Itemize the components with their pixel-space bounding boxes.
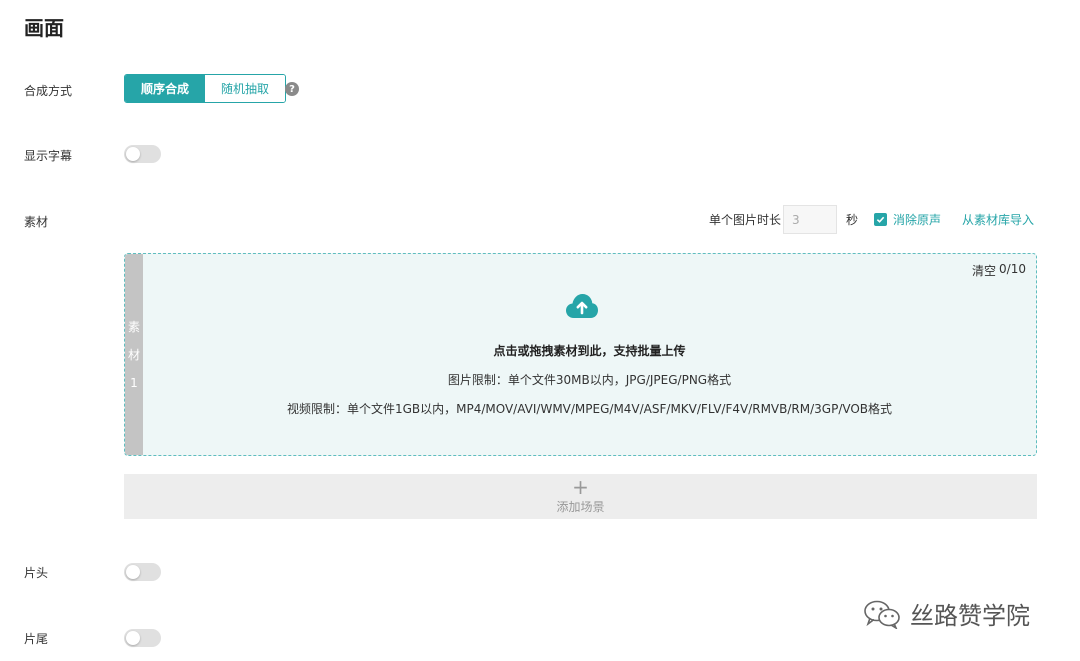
cloud-upload-icon: [566, 294, 598, 318]
toggle-knob: [126, 147, 140, 161]
upload-instruction: 点击或拖拽素材到此，支持批量上传: [493, 344, 686, 358]
material-controls: 单个图片时长 秒 消除原声 从素材库导入: [709, 205, 1034, 234]
material-tab-char: 1: [130, 375, 138, 390]
material-tab-char: 素: [127, 319, 140, 334]
toggle-knob: [126, 565, 140, 579]
upload-dropzone[interactable]: 素 材 1 清空 0/10 点击或拖拽素材到此，支持批量上传 图片限制：单个文件…: [124, 253, 1037, 456]
compose-mode-segmented: 顺序合成 随机抽取: [124, 74, 286, 103]
subtitles-toggle[interactable]: [124, 145, 161, 163]
image-limit-text: 图片限制：单个文件30MB以内，JPG/JPEG/PNG格式: [447, 373, 732, 387]
outro-toggle[interactable]: [124, 629, 161, 647]
intro-toggle[interactable]: [124, 563, 161, 581]
duration-label: 单个图片时长: [708, 213, 781, 227]
subtitles-label: 显示字幕: [24, 149, 73, 163]
clear-button[interactable]: 清空: [972, 262, 996, 279]
outro-label: 片尾: [24, 632, 49, 646]
add-scene-label: 添加场景: [556, 500, 605, 514]
checkmark-icon: [876, 216, 885, 223]
material-label: 素材: [24, 215, 49, 229]
sequential-compose-button[interactable]: 顺序合成: [125, 75, 205, 102]
plus-icon: +: [572, 475, 589, 499]
toggle-knob: [126, 631, 140, 645]
import-from-library-link[interactable]: 从素材库导入: [962, 211, 1034, 228]
watermark: 丝路赞学院: [862, 596, 1030, 631]
compose-label: 合成方式: [24, 84, 73, 98]
mute-label[interactable]: 消除原声: [893, 211, 941, 228]
duration-unit: 秒: [845, 213, 858, 227]
wechat-icon: [864, 600, 900, 629]
intro-label: 片头: [24, 566, 49, 580]
material-tab[interactable]: 素 材 1: [125, 254, 143, 455]
question-circle-icon[interactable]: ?: [285, 82, 299, 96]
random-pick-button[interactable]: 随机抽取: [205, 75, 285, 102]
video-limit-text: 视频限制：单个文件1GB以内，MP4/MOV/AVI/WMV/MPEG/M4V/…: [286, 402, 893, 416]
upload-count: 0/10: [999, 262, 1026, 276]
material-tab-char: 材: [127, 347, 140, 362]
section-title: 画面: [24, 16, 64, 40]
add-scene-button[interactable]: + 添加场景: [124, 474, 1037, 519]
watermark-text: 丝路赞学院: [910, 602, 1030, 630]
mute-checkbox[interactable]: [873, 213, 887, 226]
duration-input[interactable]: [782, 205, 837, 234]
